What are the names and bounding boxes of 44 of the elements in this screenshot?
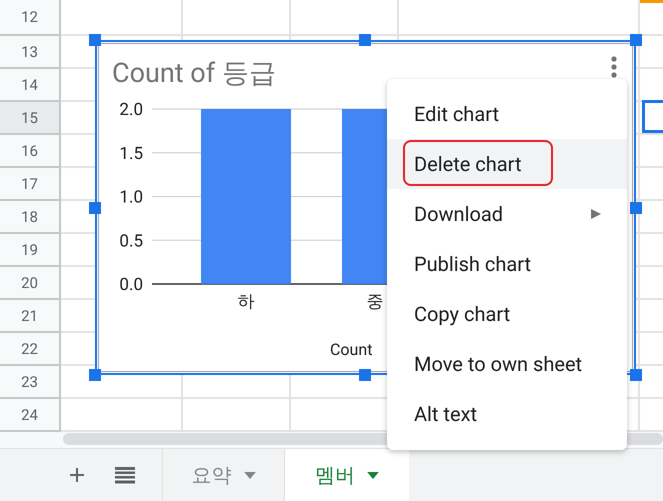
menu-item[interactable]: Publish chart xyxy=(387,239,627,289)
category-label: 하 xyxy=(238,292,254,312)
resize-handle[interactable] xyxy=(630,202,642,214)
resize-handle[interactable] xyxy=(630,34,642,46)
row-header[interactable]: 15 xyxy=(0,102,61,135)
axis-tick-label: 2.0 xyxy=(119,100,143,120)
axis-title: Count xyxy=(330,340,372,359)
resize-handle[interactable] xyxy=(359,34,371,46)
row-header[interactable]: 18 xyxy=(0,201,61,234)
row-header[interactable]: 20 xyxy=(0,267,61,300)
axis-tick-label: 1.5 xyxy=(119,144,143,164)
row-header[interactable]: 12 xyxy=(0,0,61,36)
resize-handle[interactable] xyxy=(630,369,642,381)
resize-handle[interactable] xyxy=(89,202,101,214)
caret-icon[interactable] xyxy=(244,472,256,478)
menu-item[interactable]: Alt text xyxy=(387,389,627,439)
selection-indicator xyxy=(640,0,663,3)
category-label: 중 xyxy=(366,292,384,312)
caret-icon[interactable] xyxy=(367,472,379,478)
menu-item[interactable]: Copy chart xyxy=(387,289,627,339)
row-header[interactable]: 24 xyxy=(0,399,61,432)
sheet-tab[interactable]: 멤버 xyxy=(284,448,409,501)
menu-item[interactable]: Download xyxy=(387,189,627,239)
menu-item[interactable]: Delete chart xyxy=(387,139,627,189)
row-header[interactable]: 14 xyxy=(0,69,61,102)
axis-tick-label: 0.5 xyxy=(119,231,143,252)
more-options-icon[interactable] xyxy=(611,56,617,78)
row-header[interactable]: 13 xyxy=(0,36,61,69)
resize-handle[interactable] xyxy=(359,369,371,381)
menu-item[interactable]: Edit chart xyxy=(387,89,627,139)
row-header[interactable]: 17 xyxy=(0,168,61,201)
row-header[interactable]: 22 xyxy=(0,333,61,366)
axis-tick-label: 1.0 xyxy=(119,188,143,208)
resize-handle[interactable] xyxy=(89,34,101,46)
add-sheet-icon[interactable] xyxy=(69,467,85,483)
row-header[interactable]: 23 xyxy=(0,366,61,399)
chart-title: Count of 등급 xyxy=(112,57,276,89)
selected-cell[interactable] xyxy=(642,100,663,133)
axis-tick-label: 0.0 xyxy=(119,275,143,295)
resize-handle[interactable] xyxy=(89,369,101,381)
row-header[interactable]: 21 xyxy=(0,300,61,333)
row-header[interactable]: 19 xyxy=(0,234,61,267)
row-header[interactable]: 16 xyxy=(0,135,61,168)
menu-icon[interactable] xyxy=(115,466,135,484)
